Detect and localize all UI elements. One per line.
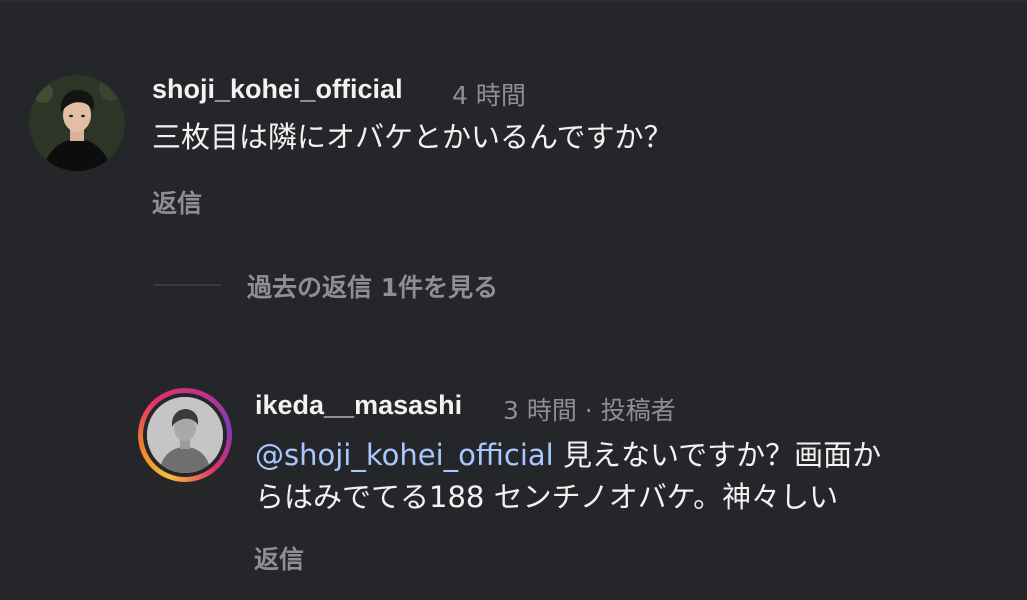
reply-text-line-1: @shoji_kohei_official 見えないですか？画面か [255, 434, 881, 476]
mention-link[interactable]: @shoji_kohei_official [255, 438, 554, 472]
reply-button[interactable]: 返信 [254, 540, 304, 576]
avatar[interactable] [147, 397, 223, 473]
reply-text-line-2: らはみでてる188 センチノオバケ。神々しい [255, 480, 839, 514]
reply-comment: ikeda__masashi 3 時間 · 投稿者 @shoji_kohei_o… [0, 0, 1027, 600]
reply-username[interactable]: ikeda__masashi [255, 390, 462, 421]
reply-timestamp: 3 時間 · 投稿者 [503, 396, 676, 425]
story-ring[interactable] [138, 388, 232, 482]
reply-text-segment: 見えないですか？画面か [553, 438, 882, 472]
user-avatar-icon [147, 397, 223, 473]
